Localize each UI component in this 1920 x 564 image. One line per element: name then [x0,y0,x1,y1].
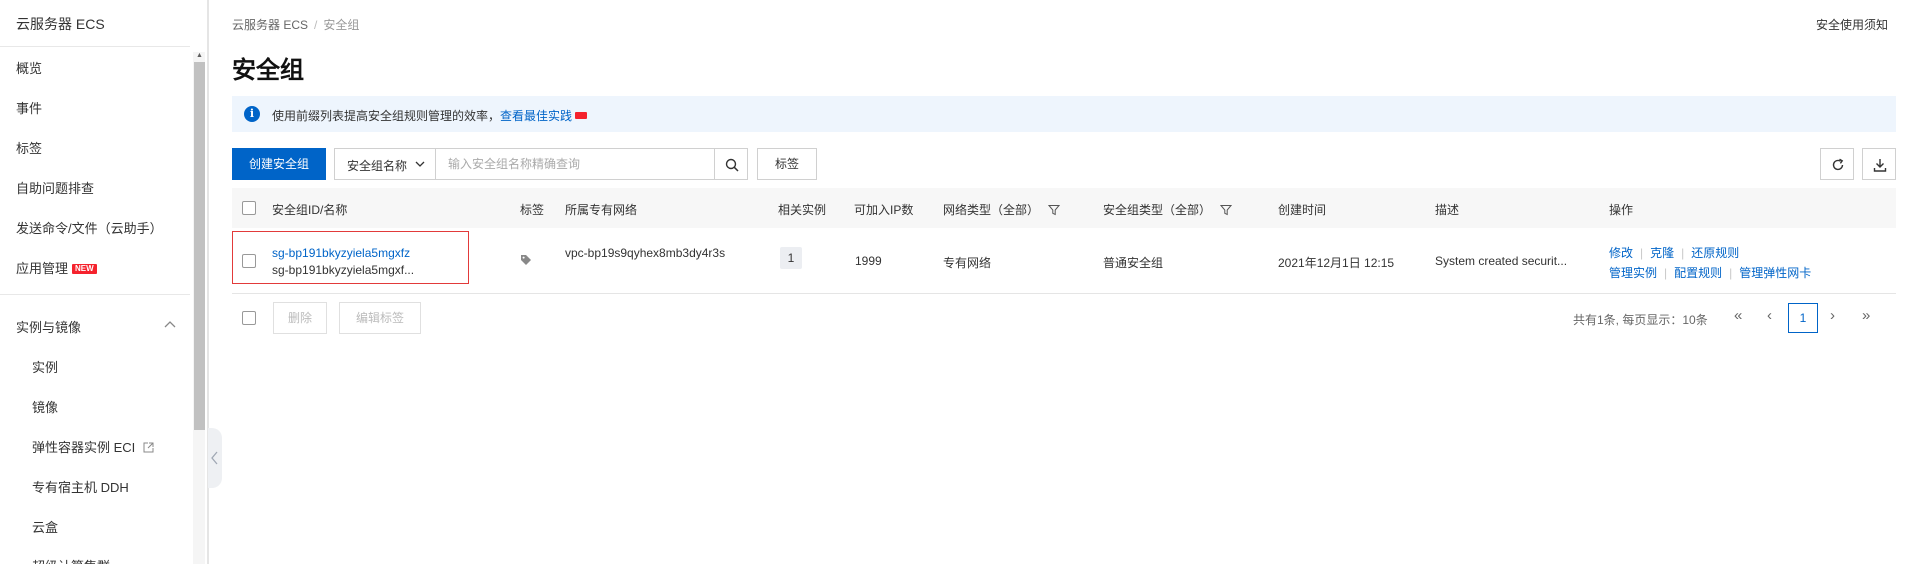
sidebar-item-label: 弹性容器实例 ECI [32,440,136,455]
filter-icon[interactable] [1220,204,1233,216]
search-field-select[interactable]: 安全组名称 [334,148,436,180]
breadcrumb-root[interactable]: 云服务器 ECS [232,18,308,32]
sidebar-item-scc[interactable]: 超级计算集群 [32,556,110,564]
sidebar-divider [0,46,190,47]
row-actions-line-2: 管理实例 | 配置规则 | 管理弹性网卡 [1609,264,1811,281]
sidebar-item-label: 应用管理 [16,261,69,276]
last-page-button[interactable]: » [1862,308,1870,324]
tag-icon[interactable] [520,254,532,266]
breadcrumb-current: 安全组 [323,18,360,32]
hot-badge-icon [575,112,588,119]
sidebar-item-app-management[interactable]: 应用管理 NEW [16,258,97,277]
ecs-console: 云服务器 ECS 概览 事件 标签 自助问题排查 发送命令/文件（云助手） 应用… [0,0,1920,564]
column-header-id-name: 安全组ID/名称 [272,203,348,217]
select-all-checkbox[interactable] [242,201,256,215]
new-badge: NEW [72,264,97,274]
sidebar-divider [0,294,190,295]
info-text: 使用前缀列表提高安全组规则管理的效率，查看最佳实践 [272,107,588,124]
highlight-annotation-box [232,231,469,284]
column-header-instances: 相关实例 [778,203,827,217]
sidebar-item-images[interactable]: 镜像 [32,397,58,416]
column-header-ip-count: 可加入IP数 [854,203,914,217]
sidebar-item-events[interactable]: 事件 [16,98,42,117]
download-icon [1873,159,1887,172]
column-header-description: 描述 [1435,203,1460,217]
security-guide-link[interactable]: 安全使用须知 [1816,16,1888,33]
manage-eni-link[interactable]: 管理弹性网卡 [1739,266,1811,280]
refresh-button[interactable] [1820,148,1854,180]
tag-filter-button[interactable]: 标签 [757,148,817,180]
ip-count: 1999 [855,254,882,268]
select-value: 安全组名称 [347,159,408,173]
column-header-group-type[interactable]: 安全组类型（全部） [1103,201,1233,218]
sidebar-group-instances-images[interactable]: 实例与镜像 [16,317,81,336]
sidebar-item-cloudbox[interactable]: 云盒 [32,517,58,536]
sidebar-item-tags[interactable]: 标签 [16,138,42,157]
action-separator: | [1640,246,1644,260]
sidebar: 云服务器 ECS 概览 事件 标签 自助问题排查 发送命令/文件（云助手） 应用… [0,0,208,564]
action-separator: | [1729,266,1733,280]
instance-count-badge[interactable]: 1 [780,247,802,269]
description: System created securit... [1435,254,1568,268]
pagination-summary: 共有1条, 每页显示：10条 [1573,313,1708,327]
row-actions-line-1: 修改 | 克隆 | 还原规则 [1609,244,1739,261]
first-page-button[interactable]: « [1734,308,1742,324]
sidebar-item-eci[interactable]: 弹性容器实例 ECI [32,437,154,456]
security-group-type: 普通安全组 [1103,256,1164,270]
column-header-label: 安全组类型（全部） [1103,203,1212,217]
prev-page-button[interactable]: ‹ [1767,308,1772,324]
info-message: 使用前缀列表提高安全组规则管理的效率， [272,109,501,123]
scroll-up-arrow-icon[interactable]: ▲ [196,52,203,59]
clone-link[interactable]: 克隆 [1650,246,1674,260]
create-security-group-button[interactable]: 创建安全组 [232,148,326,180]
column-header-network-type[interactable]: 网络类型（全部） [943,201,1061,218]
table-row: sg-bp191bkyzyiela5mgxfz sg-bp191bkyzyiel… [232,228,1896,294]
modify-link[interactable]: 修改 [1609,246,1633,260]
configure-rules-link[interactable]: 配置规则 [1674,266,1722,280]
external-link-icon [143,442,154,453]
sidebar-collapse-handle[interactable] [208,428,222,488]
chevron-down-icon [415,161,425,167]
search-button[interactable] [714,148,748,180]
vpc-id: vpc-bp19s9qyhex8mb3dy4r3s [565,246,726,260]
search-input[interactable] [435,148,715,180]
edit-tags-button[interactable]: 编辑标签 [339,302,421,334]
sidebar-item-instances[interactable]: 实例 [32,357,58,376]
delete-button[interactable]: 删除 [273,302,327,334]
sidebar-scroll-thumb[interactable] [194,62,205,430]
sidebar-item-cloud-assistant[interactable]: 发送命令/文件（云助手） [16,218,163,237]
breadcrumb-separator: / [314,18,318,32]
table-header: 安全组ID/名称 标签 所属专有网络 相关实例 可加入IP数 网络类型（全部） … [232,188,1896,228]
info-icon: i [244,106,260,122]
column-header-label: 网络类型（全部） [943,203,1040,217]
page-title: 安全组 [232,57,304,84]
current-page-button[interactable]: 1 [1788,303,1818,333]
action-separator: | [1681,246,1685,260]
action-separator: | [1664,266,1668,280]
breadcrumb: 云服务器 ECS / 安全组 [232,16,359,33]
restore-rules-link[interactable]: 还原规则 [1691,246,1739,260]
info-banner: i 使用前缀列表提高安全组规则管理的效率，查看最佳实践 [232,96,1896,132]
network-type: 专有网络 [943,256,992,270]
sidebar-item-overview[interactable]: 概览 [16,58,42,77]
column-header-created: 创建时间 [1278,203,1327,217]
footer-select-all-checkbox[interactable] [242,311,256,325]
best-practice-link[interactable]: 查看最佳实践 [500,109,572,123]
manage-instances-link[interactable]: 管理实例 [1609,266,1657,280]
sidebar-item-troubleshoot[interactable]: 自助问题排查 [16,178,94,197]
sidebar-title: 云服务器 ECS [16,16,105,32]
next-page-button[interactable]: › [1830,308,1835,324]
column-header-vpc: 所属专有网络 [565,203,638,217]
refresh-icon [1832,158,1844,171]
filter-icon[interactable] [1048,204,1061,216]
chevron-up-icon[interactable] [163,318,177,332]
search-icon [725,158,739,172]
chevron-left-icon [211,451,218,465]
column-header-actions: 操作 [1609,203,1634,217]
sidebar-item-ddh[interactable]: 专有宿主机 DDH [32,477,129,496]
download-button[interactable] [1862,148,1896,180]
created-time: 2021年12月1日 12:15 [1278,256,1395,270]
column-header-tag: 标签 [520,203,545,217]
